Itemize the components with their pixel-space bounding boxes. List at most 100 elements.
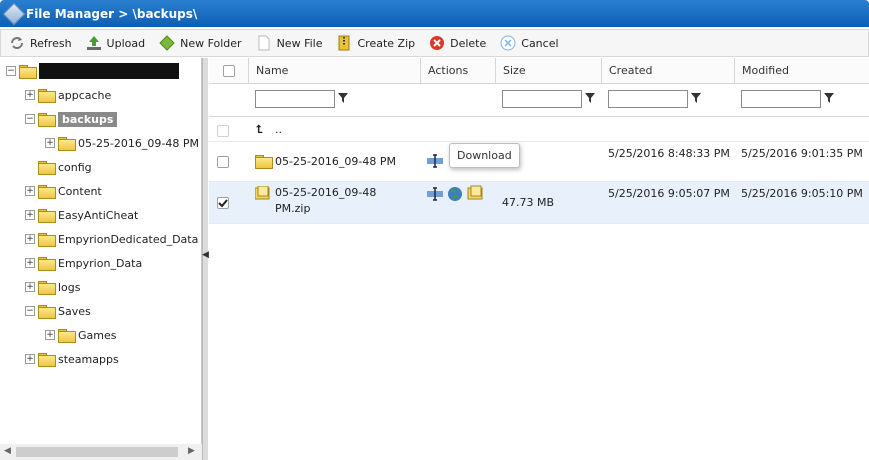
parent-directory-row[interactable]: ⮤ ..	[209, 118, 869, 142]
tree-item-backups[interactable]: − backups	[25, 109, 118, 129]
expand-icon[interactable]: +	[25, 186, 35, 196]
collapse-pane-icon[interactable]: ◀	[202, 250, 209, 260]
delete-button[interactable]: Delete	[429, 35, 486, 51]
column-header-created[interactable]: Created	[602, 58, 735, 84]
tree-item-steamapps[interactable]: + steamapps	[25, 349, 119, 369]
folder-icon	[38, 281, 56, 295]
modified-filter-input[interactable]	[741, 90, 821, 108]
column-header-modified[interactable]: Modified	[735, 58, 869, 84]
rename-icon[interactable]	[427, 154, 443, 168]
tree-horizontal-scrollbar[interactable]: ◀ ▶	[0, 444, 202, 460]
created-filter-input[interactable]	[608, 90, 688, 108]
folder-icon	[38, 209, 56, 223]
cancel-icon	[500, 35, 516, 51]
file-grid: Name Actions Size Created Modified ⮤ .. …	[209, 58, 869, 460]
parent-directory-label: ..	[275, 123, 282, 136]
tree-item-empyriondedicated-data[interactable]: + EmpyrionDedicated_Data	[25, 229, 198, 249]
cancel-button[interactable]: Cancel	[500, 35, 559, 51]
column-header-size[interactable]: Size	[496, 58, 602, 84]
app-logo-icon	[2, 2, 26, 25]
folder-icon	[58, 137, 76, 151]
new-file-button[interactable]: New File	[256, 35, 322, 51]
expand-icon[interactable]: +	[25, 354, 35, 364]
tree-item-label: logs	[58, 280, 81, 294]
new-folder-icon	[159, 35, 175, 51]
expand-icon[interactable]: +	[25, 90, 35, 100]
scroll-right-icon[interactable]: ▶	[188, 446, 195, 456]
redacted-root-name	[39, 63, 179, 79]
tree-item-empyrion-data[interactable]: + Empyrion_Data	[25, 253, 142, 273]
zip-file-icon	[255, 186, 270, 200]
expand-icon[interactable]: +	[25, 258, 35, 268]
column-header-name[interactable]: Name	[249, 58, 421, 84]
tree-item-logs[interactable]: + logs	[25, 277, 81, 297]
expand-icon[interactable]: +	[25, 210, 35, 220]
collapse-icon[interactable]: −	[6, 66, 16, 76]
tree-item-label: Content	[58, 184, 102, 198]
tree-item-backup-folder[interactable]: + 05-25-2016_09-48 PM	[45, 133, 199, 153]
upload-icon	[86, 35, 102, 51]
column-header-label: Modified	[742, 64, 789, 77]
row-checkbox[interactable]	[217, 156, 229, 168]
name-filter-input[interactable]	[255, 90, 335, 108]
folder-icon	[38, 305, 56, 319]
expand-icon[interactable]: +	[45, 138, 55, 148]
column-header-label: Actions	[428, 64, 469, 77]
table-row[interactable]: 05-25-2016_09-48 PM 5/25/2016 8:48:33 PM…	[209, 142, 869, 182]
filter-icon[interactable]	[338, 93, 348, 103]
expand-icon[interactable]: +	[45, 330, 55, 340]
new-file-icon	[256, 35, 272, 51]
filter-icon[interactable]	[824, 93, 834, 103]
folder-icon	[38, 233, 56, 247]
scrollbar-thumb[interactable]	[16, 447, 178, 457]
refresh-button[interactable]: Refresh	[9, 35, 72, 51]
table-row-selected[interactable]: 05-25-2016_09-48 PM.zip 47.73 MB 5/25/20…	[209, 182, 869, 224]
pane-splitter[interactable]: ◀	[202, 58, 209, 460]
folder-tree: − + appcache − backups + 05-25-2016_09-4…	[0, 58, 202, 444]
select-all-checkbox[interactable]	[222, 64, 235, 77]
filter-icon[interactable]	[691, 93, 701, 103]
folder-open-icon	[38, 113, 56, 127]
created-date: 5/25/2016 9:05:07 PM	[608, 187, 730, 200]
tree-root[interactable]: −	[6, 61, 179, 81]
column-header-label: Size	[503, 64, 526, 77]
expand-icon[interactable]: +	[25, 282, 35, 292]
folder-icon	[38, 161, 56, 175]
tree-item-label: EasyAntiCheat	[58, 208, 139, 222]
tree-item-easyanticheat[interactable]: + EasyAntiCheat	[25, 205, 138, 225]
tree-item-games[interactable]: + Games	[45, 325, 116, 345]
scroll-left-icon[interactable]: ◀	[4, 446, 11, 456]
file-name: 05-25-2016_09-48 PM.zip	[275, 186, 377, 215]
folder-icon	[38, 257, 56, 271]
tree-item-label: EmpyrionDedicated_Data	[58, 232, 199, 246]
folder-icon	[19, 65, 37, 79]
upload-button[interactable]: Upload	[86, 35, 145, 51]
create-zip-label: Create Zip	[357, 36, 416, 50]
row-checkbox-checked[interactable]	[217, 197, 229, 209]
tree-item-saves[interactable]: − Saves	[25, 301, 91, 321]
collapse-icon[interactable]: −	[25, 114, 35, 124]
create-zip-button[interactable]: Create Zip	[336, 35, 415, 51]
rename-icon[interactable]	[427, 187, 443, 201]
refresh-icon	[9, 35, 25, 51]
collapse-icon[interactable]: −	[25, 306, 35, 316]
row-checkbox-disabled	[217, 125, 229, 137]
download-globe-icon[interactable]	[447, 186, 463, 202]
zip-icon	[336, 35, 352, 51]
file-size: 47.73 MB	[502, 196, 555, 209]
folder-icon	[58, 329, 76, 343]
tree-item-label: appcache	[58, 88, 112, 102]
tree-item-label: Saves	[58, 304, 91, 318]
filter-icon[interactable]	[585, 93, 595, 103]
window-title: File Manager > \backups\	[26, 6, 198, 21]
tree-item-config[interactable]: config	[38, 157, 92, 177]
tree-item-appcache[interactable]: + appcache	[25, 85, 111, 105]
size-filter-input[interactable]	[502, 90, 582, 108]
column-header-actions[interactable]: Actions	[421, 58, 496, 84]
new-folder-label: New Folder	[180, 36, 242, 50]
new-folder-button[interactable]: New Folder	[159, 35, 242, 51]
expand-icon[interactable]: +	[25, 234, 35, 244]
unzip-icon[interactable]	[467, 185, 483, 201]
tree-item-content[interactable]: + Content	[25, 181, 102, 201]
title-bar: File Manager > \backups\	[0, 0, 869, 27]
